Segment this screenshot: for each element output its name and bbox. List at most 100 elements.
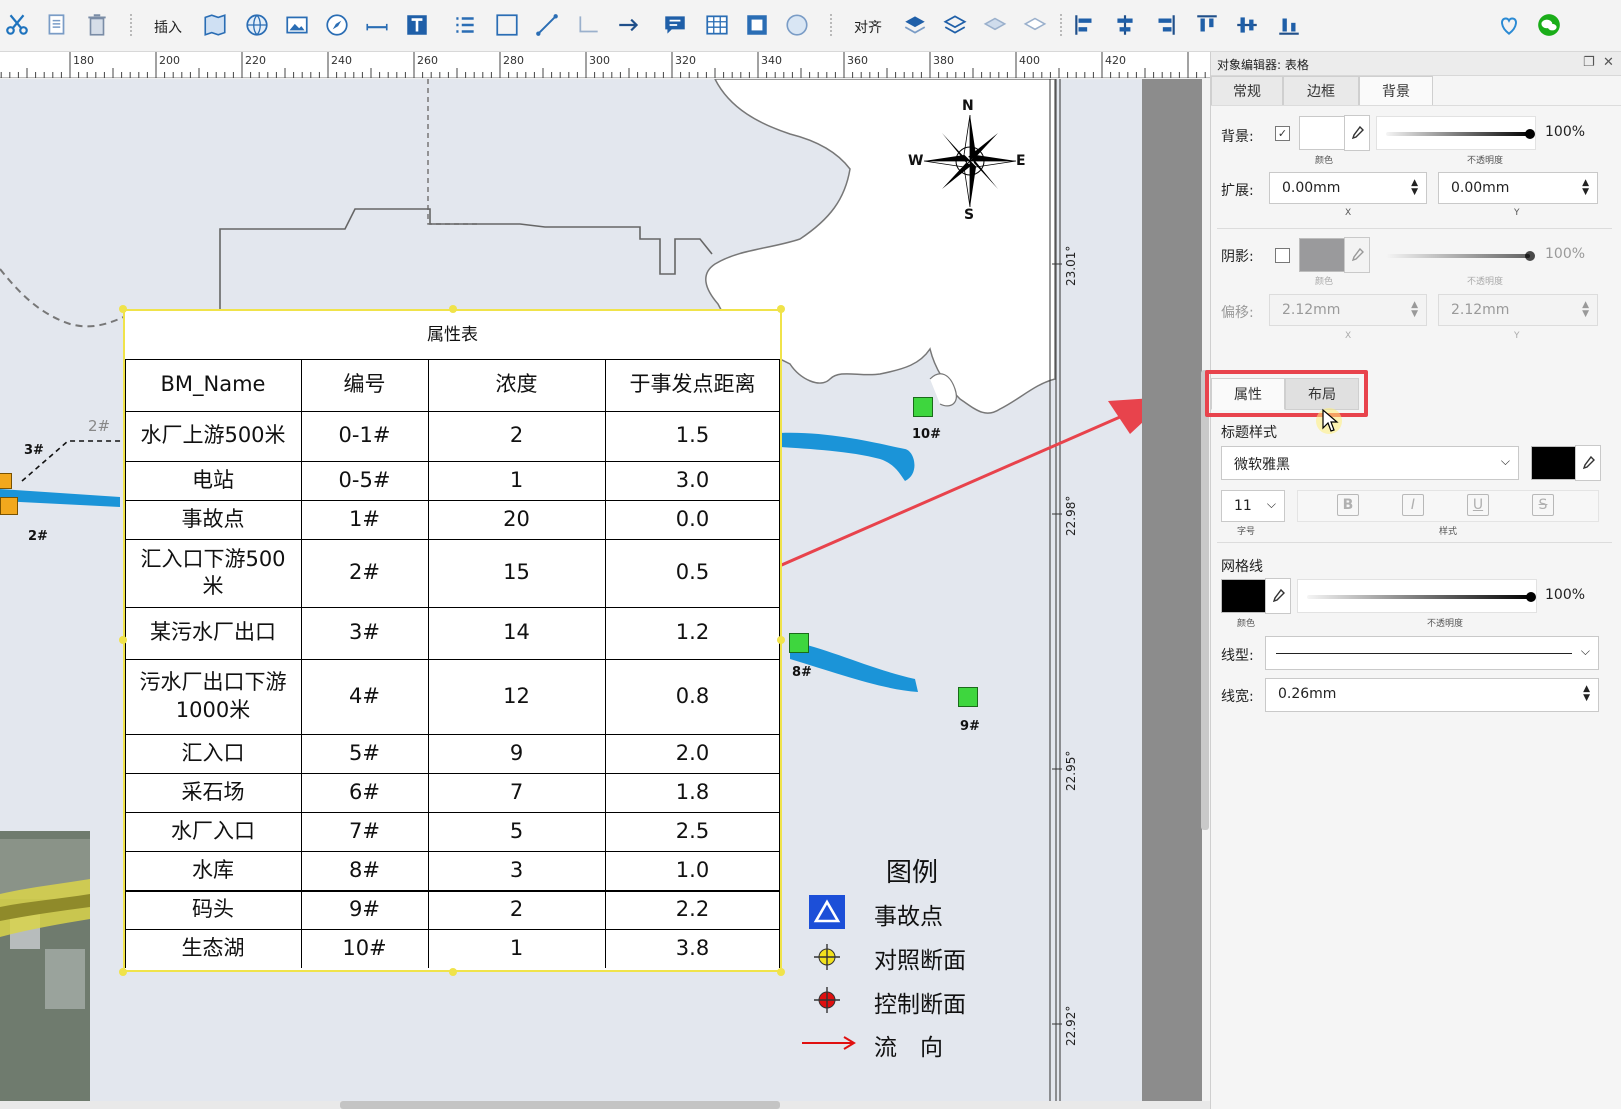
selection-handle[interactable] xyxy=(449,305,457,313)
spinner-arrows-icon[interactable]: ▲ ▼ xyxy=(1411,179,1418,197)
compass-e: E xyxy=(1016,153,1026,169)
restore-icon[interactable]: ❐ xyxy=(1583,55,1595,70)
underline-button[interactable]: U xyxy=(1467,494,1489,516)
scale-bar-icon[interactable] xyxy=(362,10,392,40)
text-icon[interactable] xyxy=(402,10,432,40)
font-family-select[interactable]: 微软雅黑 ⌵ xyxy=(1221,446,1519,480)
grid-color-swatch[interactable] xyxy=(1221,579,1267,613)
rectangle-icon[interactable] xyxy=(492,10,522,40)
cut-icon[interactable] xyxy=(2,10,32,40)
image-icon[interactable] xyxy=(282,10,312,40)
align-left-icon[interactable] xyxy=(1070,10,1100,40)
close-icon[interactable]: ✕ xyxy=(1603,55,1614,70)
table-row-line xyxy=(125,929,780,930)
table-icon[interactable] xyxy=(702,10,732,40)
polyline-icon[interactable] xyxy=(574,10,604,40)
delete-icon[interactable] xyxy=(82,10,112,40)
eyedropper-icon[interactable] xyxy=(1575,445,1601,481)
compass-w: W xyxy=(908,153,924,169)
selection-handle[interactable] xyxy=(449,968,457,976)
marker-green-8[interactable] xyxy=(789,633,809,653)
slider-knob[interactable] xyxy=(1525,251,1535,261)
tab-general[interactable]: 常规 xyxy=(1211,76,1283,106)
frame-icon[interactable] xyxy=(742,10,772,40)
line-width-value: 0.26mm xyxy=(1278,686,1337,702)
line-width-input[interactable]: 0.26mm ▲ ▼ xyxy=(1265,678,1599,712)
tab-background[interactable]: 背景 xyxy=(1359,76,1433,106)
align-middle-icon[interactable] xyxy=(1232,10,1262,40)
layer-down-icon[interactable] xyxy=(1020,10,1050,40)
arrow-icon[interactable] xyxy=(614,10,644,40)
tab-border[interactable]: 边框 xyxy=(1283,76,1359,106)
background-opacity-slider[interactable] xyxy=(1386,132,1530,136)
slider-knob[interactable] xyxy=(1525,129,1535,139)
title-color-swatch[interactable] xyxy=(1531,446,1577,480)
slider-knob[interactable] xyxy=(1526,592,1536,602)
selection-handle[interactable] xyxy=(777,305,785,313)
shadow-opacity-slider[interactable] xyxy=(1386,254,1530,258)
callout-icon[interactable] xyxy=(660,10,690,40)
bold-button[interactable]: B xyxy=(1337,494,1359,516)
latitude-label: 23.01° xyxy=(1064,245,1078,286)
selection-handle[interactable] xyxy=(119,636,127,644)
title-style-label: 标题样式 xyxy=(1221,425,1277,441)
marker-green-9[interactable] xyxy=(958,687,978,707)
bring-to-front-icon[interactable] xyxy=(900,10,930,40)
italic-button[interactable]: I xyxy=(1402,494,1424,516)
spinner-arrows-icon[interactable]: ▲ ▼ xyxy=(1582,179,1589,197)
compass-icon[interactable] xyxy=(322,10,352,40)
offset-x-value: 2.12mm xyxy=(1282,302,1341,318)
offset-y-input[interactable]: 2.12mm ▲ ▼ xyxy=(1438,294,1598,326)
offset-x-input[interactable]: 2.12mm ▲ ▼ xyxy=(1269,294,1427,326)
horizontal-scroll-thumb[interactable] xyxy=(340,1101,780,1109)
ruler-label: 240 xyxy=(331,54,352,67)
table-cell: 1 xyxy=(509,935,524,960)
eyedropper-icon[interactable] xyxy=(1265,578,1291,614)
strikethrough-button[interactable]: S xyxy=(1532,494,1554,516)
marker-green-10[interactable] xyxy=(913,397,933,417)
attribute-table[interactable]: 属性表 BM_Name 编号 浓度 于事发点距离 水厂上游500米 0-1# 2 1.5 电站 0… xyxy=(123,309,782,972)
selection-handle[interactable] xyxy=(119,968,127,976)
copy-icon[interactable] xyxy=(42,10,72,40)
extend-x-input[interactable]: 0.00mm ▲ ▼ xyxy=(1269,172,1427,204)
selection-handle[interactable] xyxy=(777,636,785,644)
background-color-swatch[interactable] xyxy=(1299,116,1345,150)
list-icon[interactable] xyxy=(450,10,480,40)
map-icon[interactable] xyxy=(200,10,230,40)
extend-y-input[interactable]: 0.00mm ▲ ▼ xyxy=(1438,172,1598,204)
spinner-arrows-icon[interactable]: ▲ ▼ xyxy=(1582,301,1589,319)
background-checkbox[interactable]: ✓ xyxy=(1275,126,1290,141)
grid-opacity-slider[interactable] xyxy=(1307,595,1531,599)
table-cell: 12 xyxy=(503,683,530,708)
align-center-icon[interactable] xyxy=(1110,10,1140,40)
compass-s: S xyxy=(964,207,975,223)
eyedropper-icon[interactable] xyxy=(1344,237,1370,273)
web-icon[interactable] xyxy=(782,10,812,40)
spinner-arrows-icon[interactable]: ▲ ▼ xyxy=(1411,301,1418,319)
wechat-icon[interactable] xyxy=(1534,10,1564,40)
font-size-select[interactable]: 11 ⌵ xyxy=(1221,490,1285,522)
send-to-back-icon[interactable] xyxy=(940,10,970,40)
align-label[interactable]: 对齐 xyxy=(854,17,882,37)
globe-icon[interactable] xyxy=(242,10,272,40)
boundary-line xyxy=(0,268,131,328)
insert-label[interactable]: 插入 xyxy=(154,17,182,37)
selection-handle[interactable] xyxy=(777,968,785,976)
marker-orange[interactable] xyxy=(0,473,12,489)
eyedropper-icon[interactable] xyxy=(1344,115,1370,151)
marker-orange[interactable] xyxy=(0,497,18,515)
line-width-label: 线宽: xyxy=(1221,689,1254,705)
spinner-arrows-icon[interactable]: ▲ ▼ xyxy=(1583,685,1590,703)
line-icon[interactable] xyxy=(532,10,562,40)
extend-x-caption: X xyxy=(1345,208,1352,218)
app-logo-icon[interactable] xyxy=(1494,10,1524,40)
layer-up-icon[interactable] xyxy=(980,10,1010,40)
align-bottom-icon[interactable] xyxy=(1274,10,1304,40)
shadow-color-swatch[interactable] xyxy=(1299,238,1345,272)
line-type-select[interactable]: ⌵ xyxy=(1265,636,1599,670)
align-right-icon[interactable] xyxy=(1150,10,1180,40)
vertical-scroll-thumb[interactable] xyxy=(1201,370,1209,830)
shadow-checkbox[interactable] xyxy=(1275,248,1290,263)
align-top-icon[interactable] xyxy=(1192,10,1222,40)
selection-handle[interactable] xyxy=(119,305,127,313)
